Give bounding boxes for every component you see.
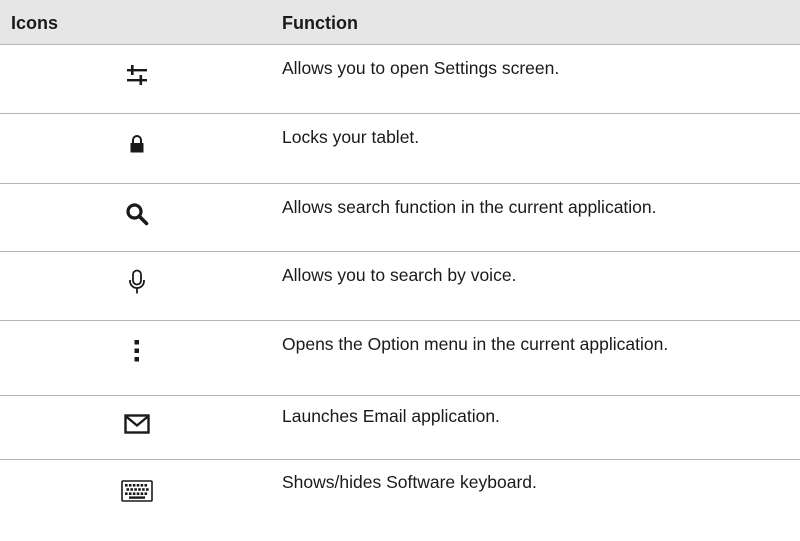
keyboard-icon: [0, 475, 274, 507]
function-description: Locks your tablet.: [282, 127, 420, 147]
function-column-header: Function: [282, 13, 358, 33]
icons-column-header: Icons: [11, 13, 59, 33]
table-row: Locks your tablet.: [0, 114, 800, 184]
table-header: Icons Function: [0, 0, 800, 45]
table-row: Allows search function in the current ap…: [0, 184, 800, 252]
table-row: Opens the Option menu in the current app…: [0, 321, 800, 396]
table-row: Allows you to open Settings screen.: [0, 45, 800, 114]
table-row: Allows you to search by voice.: [0, 252, 800, 321]
function-description: Allows you to open Settings screen.: [282, 58, 560, 78]
microphone-icon: [0, 266, 274, 298]
table-row: Launches Email application.: [0, 396, 800, 460]
table-row: Shows/hides Software keyboard.: [0, 460, 800, 530]
function-description: Launches Email application.: [282, 406, 500, 426]
function-description: Allows you to search by voice.: [282, 265, 517, 285]
icons-table: Icons Function Allows you to open Settin…: [0, 0, 800, 530]
function-description: Opens the Option menu in the current app…: [282, 334, 669, 354]
function-description: Shows/hides Software keyboard.: [282, 472, 537, 492]
lock-icon: [0, 128, 274, 160]
function-description: Allows search function in the current ap…: [282, 197, 657, 217]
overflow-menu-icon: [0, 335, 274, 367]
settings-sliders-icon: [0, 59, 274, 91]
search-icon: [0, 198, 274, 230]
email-icon: [0, 408, 274, 440]
